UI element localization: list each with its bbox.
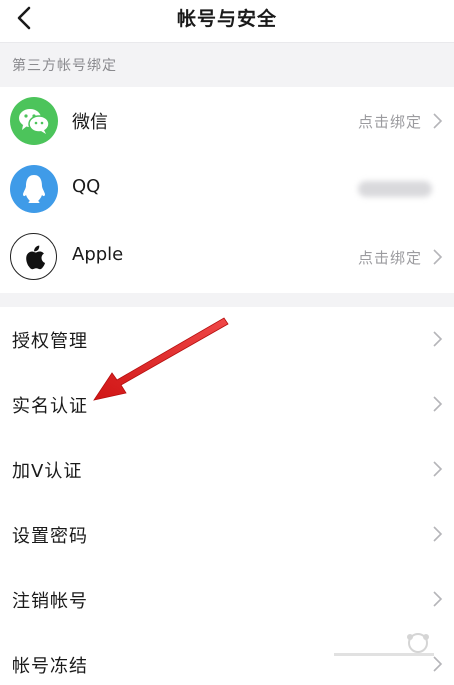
bind-label-apple: Apple <box>72 244 124 265</box>
blurred-account-value <box>358 181 432 197</box>
bind-label-wechat: 微信 <box>72 112 108 133</box>
chevron-right-icon <box>433 113 443 129</box>
menu-label: 授权管理 <box>12 331 88 352</box>
section-title: 第三方帐号绑定 <box>12 58 117 74</box>
bind-row-wechat[interactable]: 微信 点击绑定 <box>0 87 454 155</box>
apple-icon <box>10 233 57 280</box>
chevron-right-icon <box>433 461 443 477</box>
chevron-right-icon <box>433 526 443 542</box>
chevron-right-icon <box>433 591 443 607</box>
page-title: 帐号与安全 <box>176 8 277 30</box>
menu-label: 设置密码 <box>12 526 88 547</box>
chevron-right-icon <box>433 331 443 347</box>
section-header-third-party: 第三方帐号绑定 <box>0 42 454 87</box>
menu-item-real-name-verification[interactable]: 实名认证 <box>0 372 454 436</box>
menu-item-authorization[interactable]: 授权管理 <box>0 307 454 371</box>
menu-label: 实名认证 <box>12 396 88 417</box>
chevron-right-icon <box>433 396 443 412</box>
menu-label: 加V认证 <box>12 461 83 482</box>
bind-label-qq: QQ <box>72 176 101 197</box>
bind-status-wechat: 点击绑定 <box>357 113 422 131</box>
watermark-logo <box>334 633 434 656</box>
bind-status-apple: 点击绑定 <box>357 249 422 267</box>
bind-row-apple[interactable]: Apple 点击绑定 <box>0 223 454 291</box>
menu-item-v-verification[interactable]: 加V认证 <box>0 437 454 501</box>
menu-item-cancel-account[interactable]: 注销帐号 <box>0 567 454 631</box>
menu-label: 注销帐号 <box>12 591 88 612</box>
chevron-right-icon <box>433 249 443 265</box>
qq-icon <box>10 165 58 213</box>
menu-item-set-password[interactable]: 设置密码 <box>0 502 454 566</box>
section-divider <box>0 293 454 307</box>
bind-row-qq[interactable]: QQ <box>0 155 454 223</box>
menu-label: 帐号冻结 <box>12 656 88 677</box>
wechat-icon <box>10 97 58 145</box>
account-security-page: 帐号与安全 第三方帐号绑定 微信 点击绑定 QQ Apple 点击绑定 授权管理… <box>0 0 454 685</box>
top-bar: 帐号与安全 <box>0 0 454 42</box>
